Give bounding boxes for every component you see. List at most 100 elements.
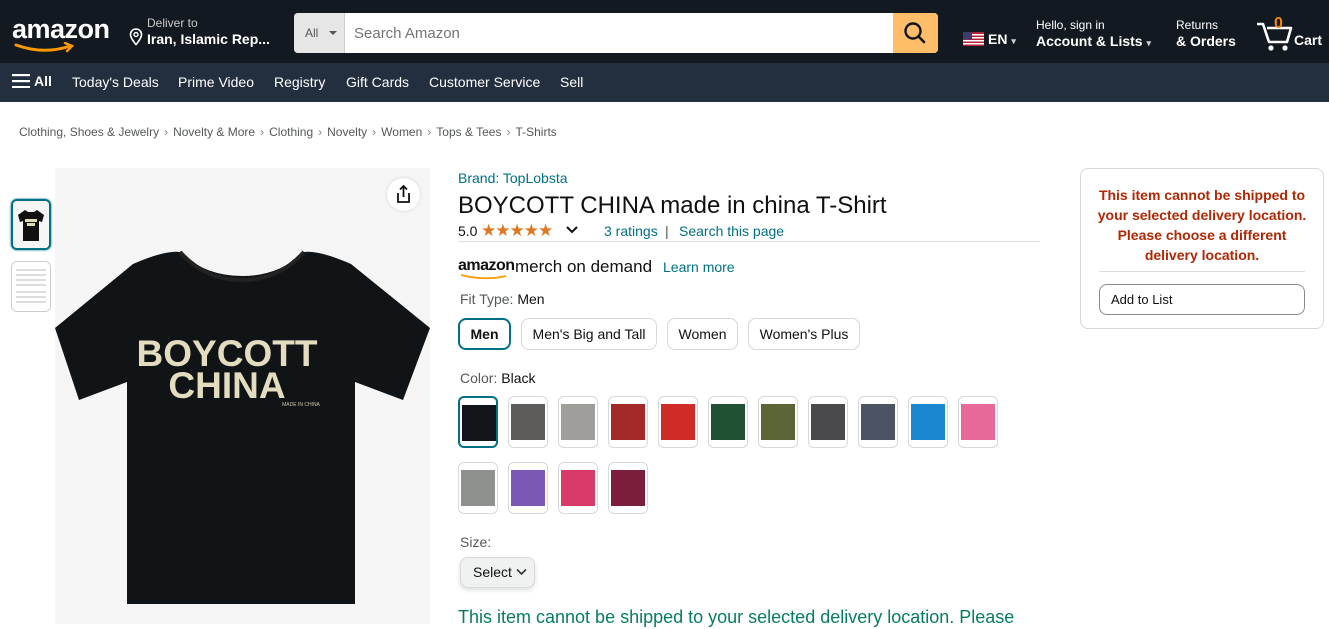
- separator: |: [665, 223, 669, 239]
- color-swatch-fill: [911, 404, 945, 440]
- color-swatch-fill: [711, 404, 745, 440]
- thumbnail-tshirt[interactable]: [11, 199, 51, 250]
- breadcrumb-separator-icon: ›: [318, 125, 323, 139]
- deliver-to-label: Deliver to: [147, 16, 198, 30]
- search-icon: [904, 22, 926, 44]
- divider: [1099, 271, 1305, 272]
- fit-option-mens-big-tall[interactable]: Men's Big and Tall: [521, 318, 657, 350]
- all-menu-button[interactable]: All: [12, 73, 52, 89]
- color-swatch-fill: [761, 404, 795, 440]
- cart-count: 0: [1274, 15, 1283, 32]
- merch-amazon-logo: amazon: [458, 257, 515, 274]
- nav-registry[interactable]: Registry: [274, 74, 325, 90]
- merch-on-demand-label: merch on demand: [515, 257, 653, 276]
- fit-option-men[interactable]: Men: [458, 318, 511, 350]
- fit-type-value: Men: [517, 291, 545, 307]
- shirt-print-small: MADE IN CHINA: [282, 402, 320, 408]
- color-swatch-fill: [461, 470, 495, 506]
- add-to-list-button[interactable]: Add to List: [1099, 284, 1305, 315]
- color-swatch[interactable]: [458, 396, 498, 448]
- top-header: amazon Deliver to Iran, Islamic Rep... A…: [0, 0, 1329, 63]
- search-category-label: All: [305, 26, 319, 40]
- color-value: Black: [501, 370, 536, 386]
- fit-option-womens-plus[interactable]: Women's Plus: [748, 318, 860, 350]
- cart-label: Cart: [1294, 32, 1323, 48]
- nav-prime-video[interactable]: Prime Video: [178, 74, 254, 90]
- returns-orders[interactable]: Returns & Orders: [1176, 18, 1236, 49]
- breadcrumb-separator-icon: ›: [372, 125, 377, 139]
- breadcrumb-link[interactable]: Tops & Tees: [436, 125, 501, 139]
- secondary-nav: All Today's Deals Prime Video Registry G…: [0, 63, 1329, 102]
- color-swatch[interactable]: [608, 462, 648, 514]
- breadcrumb-link[interactable]: T-Shirts: [515, 125, 556, 139]
- breadcrumb-separator-icon: ›: [506, 125, 511, 139]
- search-input[interactable]: [345, 13, 893, 53]
- size-select-dropdown[interactable]: Select: [460, 557, 535, 588]
- account-lists[interactable]: Hello, sign in Account & Lists ▾: [1036, 18, 1151, 49]
- color-swatch[interactable]: [508, 396, 548, 448]
- search-bar: All: [294, 13, 938, 53]
- breadcrumb-separator-icon: ›: [260, 125, 265, 139]
- color-swatch-fill: [961, 404, 995, 440]
- color-swatch-fill: [561, 404, 595, 440]
- breadcrumb-link[interactable]: Clothing, Shoes & Jewelry: [19, 125, 159, 139]
- brand-link[interactable]: Brand: TopLobsta: [458, 170, 568, 186]
- breadcrumb-link[interactable]: Novelty: [327, 125, 367, 139]
- merch-smile-icon: [460, 274, 507, 280]
- thumbnail-size-chart[interactable]: [11, 261, 51, 312]
- learn-more-link[interactable]: Learn more: [663, 259, 735, 275]
- chevron-down-icon: ▾: [1146, 38, 1151, 48]
- shirt-print-line2: CHINA: [168, 365, 285, 406]
- nav-customer-service[interactable]: Customer Service: [429, 74, 540, 90]
- fit-option-women[interactable]: Women: [667, 318, 738, 350]
- ratings-count-link[interactable]: 3 ratings: [604, 223, 658, 239]
- breadcrumb-link[interactable]: Women: [381, 125, 422, 139]
- main-product-image[interactable]: BOYCOTT CHINA MADE IN CHINA: [55, 168, 430, 624]
- share-icon: [397, 184, 410, 203]
- breadcrumb-separator-icon: ›: [164, 125, 169, 139]
- color-swatch-fill: [811, 404, 845, 440]
- color-swatch-fill: [661, 404, 695, 440]
- color-swatch-fill: [561, 470, 595, 506]
- amazon-logo[interactable]: amazon: [12, 14, 110, 45]
- color-swatch[interactable]: [658, 396, 698, 448]
- color-swatch-fill: [511, 404, 545, 440]
- chevron-down-icon: [516, 568, 527, 576]
- dropdown-caret-icon: [329, 31, 337, 35]
- color-swatch[interactable]: [708, 396, 748, 448]
- buy-box: This item cannot be shipped to your sele…: [1080, 168, 1324, 329]
- chevron-down-icon: ▾: [1011, 36, 1016, 46]
- color-swatch-fill: [861, 404, 895, 440]
- returns-label: Returns: [1176, 18, 1219, 32]
- color-swatch[interactable]: [608, 396, 648, 448]
- us-flag-icon: [963, 32, 984, 46]
- cart-button[interactable]: 0 Cart: [1255, 14, 1327, 54]
- tshirt-thumbnail-image: [13, 201, 49, 248]
- color-swatch[interactable]: [808, 396, 848, 448]
- breadcrumb-link[interactable]: Clothing: [269, 125, 313, 139]
- search-category-dropdown[interactable]: All: [294, 13, 345, 53]
- color-swatch[interactable]: [558, 462, 598, 514]
- color-label: Color: Black: [460, 370, 535, 386]
- nav-gift-cards[interactable]: Gift Cards: [346, 74, 409, 90]
- search-this-page-link[interactable]: Search this page: [679, 223, 784, 239]
- search-button[interactable]: [893, 13, 938, 53]
- deliver-to-country: Iran, Islamic Rep...: [147, 31, 270, 47]
- chevron-down-icon[interactable]: [565, 225, 579, 235]
- color-swatch-fill: [611, 404, 645, 440]
- breadcrumb-link[interactable]: Novelty & More: [173, 125, 255, 139]
- color-swatch[interactable]: [458, 462, 498, 514]
- fit-type-label: Fit Type: Men: [460, 291, 545, 307]
- color-heading: Color:: [460, 370, 498, 386]
- language-code: EN: [988, 31, 1008, 47]
- color-swatch[interactable]: [908, 396, 948, 448]
- color-swatch[interactable]: [758, 396, 798, 448]
- color-swatch[interactable]: [508, 462, 548, 514]
- star-rating-icon[interactable]: ★★★★★: [481, 221, 553, 241]
- color-swatch[interactable]: [858, 396, 898, 448]
- nav-todays-deals[interactable]: Today's Deals: [72, 74, 159, 90]
- color-swatch[interactable]: [558, 396, 598, 448]
- color-swatch[interactable]: [958, 396, 998, 448]
- nav-sell[interactable]: Sell: [560, 74, 583, 90]
- share-button[interactable]: [387, 178, 420, 211]
